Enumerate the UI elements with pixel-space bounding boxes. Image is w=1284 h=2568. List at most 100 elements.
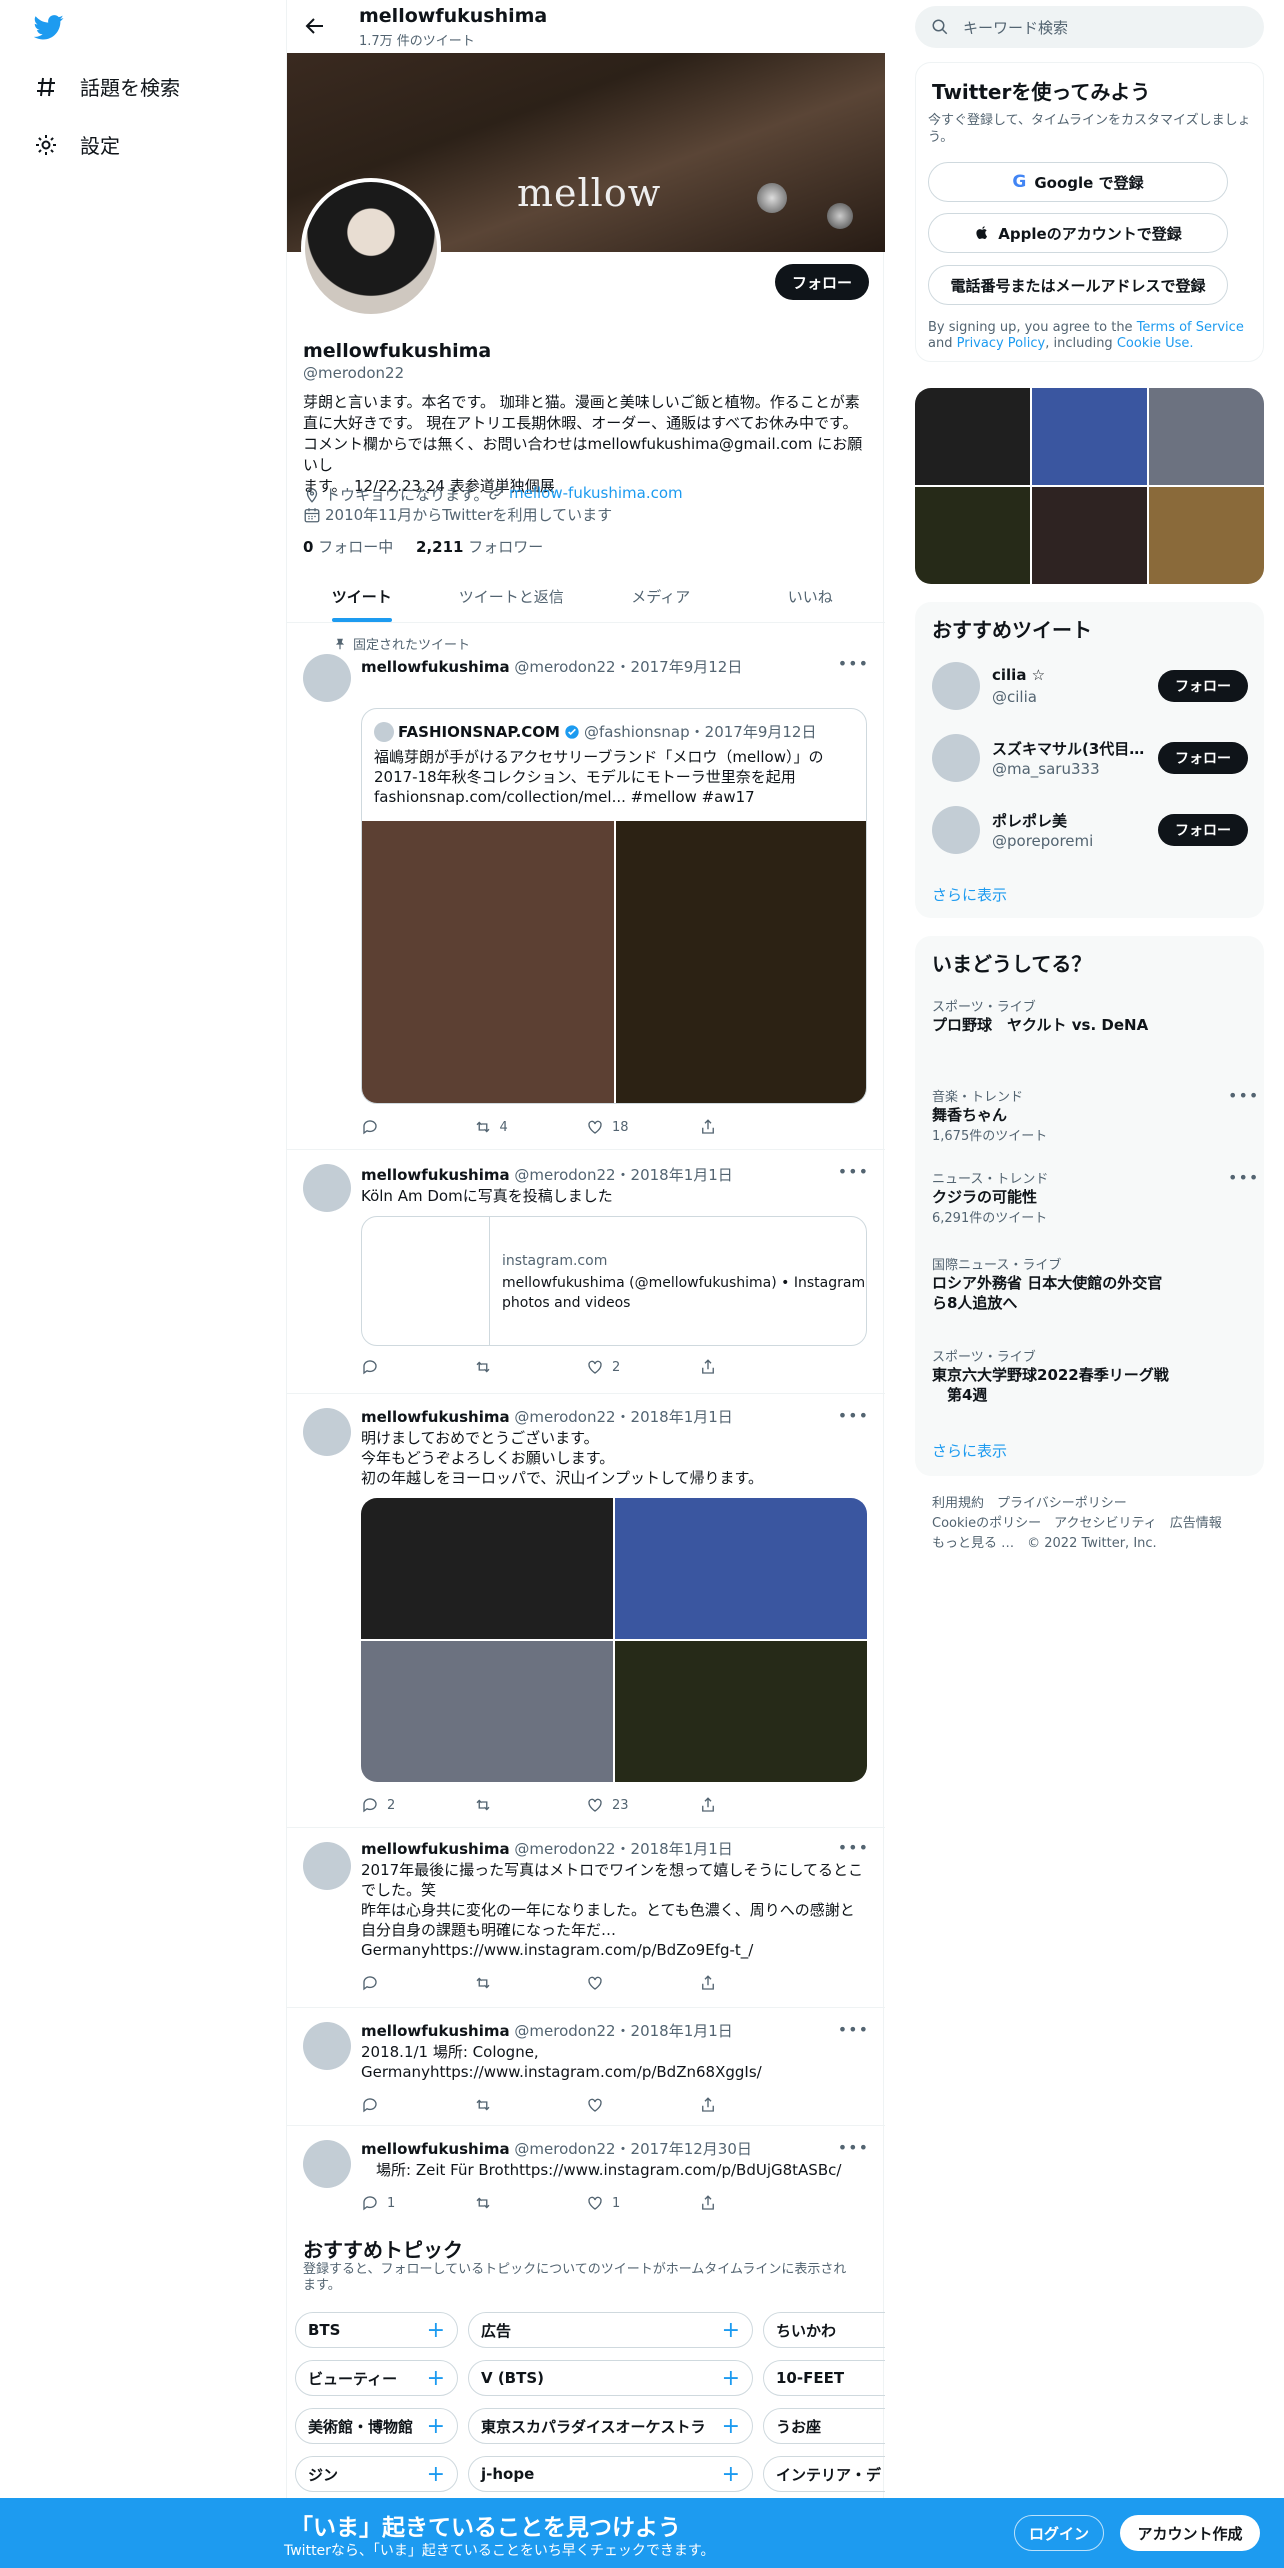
reply-button[interactable] [361, 1974, 474, 1992]
topic-chip[interactable]: 東京スカパラダイスオーケストラ + [468, 2408, 753, 2444]
google-signup-button[interactable]: G Google で登録 [928, 162, 1228, 202]
trend-item[interactable]: スポーツ・ライブ プロ野球 ヤクルト vs. DeNA [932, 996, 1148, 1035]
reply-button[interactable] [361, 2096, 474, 2114]
more-icon[interactable]: ••• [1228, 1168, 1268, 1187]
quote-tweet-card[interactable]: FASHIONSNAP.COM @fashionsnap・2017年9月12日 … [361, 708, 867, 1104]
twitter-logo-icon[interactable] [33, 12, 64, 46]
topic-chip[interactable]: インテリア・デ [763, 2456, 885, 2492]
profile-avatar[interactable] [301, 178, 441, 318]
follow-button[interactable]: フォロー [1158, 742, 1248, 774]
follow-button[interactable]: フォロー [1158, 814, 1248, 846]
like-button[interactable]: 18 [586, 1118, 699, 1136]
media-thumb[interactable] [915, 487, 1030, 584]
cookie-link[interactable]: Cookie Use. [1117, 336, 1194, 351]
tweet[interactable]: 固定されたツイート mellowfukushima @merodon22・201… [287, 624, 885, 1150]
back-arrow-icon[interactable] [303, 14, 327, 38]
like-button[interactable]: 23 [586, 1796, 699, 1814]
share-button[interactable] [699, 1358, 812, 1376]
retweet-button[interactable] [474, 1358, 587, 1376]
avatar[interactable] [303, 2140, 351, 2188]
tab-tweets[interactable]: ツイート [287, 570, 437, 622]
trend-item[interactable]: 国際ニュース・ライブ ロシア外務省 日本大使館の外交官 ら8人追放へ [932, 1254, 1162, 1313]
search-input[interactable]: キーワード検索 [915, 6, 1264, 48]
login-button[interactable]: ログイン [1014, 2515, 1104, 2551]
avatar[interactable] [932, 734, 980, 782]
tweet[interactable]: mellowfukushima @merodon22・2017年12月30日 •… [287, 2126, 885, 2226]
follow-button[interactable]: フォロー [1158, 670, 1248, 702]
quote-image[interactable] [362, 821, 614, 1103]
more-icon[interactable]: ••• [1228, 1086, 1268, 1105]
retweet-button[interactable] [474, 1796, 587, 1814]
trend-item[interactable]: ニュース・トレンド クジラの可能性 6,291件のツイート [932, 1168, 1048, 1226]
profile-website-link[interactable]: mellow-fukushima.com [487, 484, 683, 502]
phone-email-signup-button[interactable]: 電話番号またはメールアドレスで登録 [928, 265, 1228, 305]
topic-chip[interactable]: 美術館・博物館 + [295, 2408, 458, 2444]
more-icon[interactable]: ••• [838, 1162, 869, 1181]
tab-likes[interactable]: いいね [736, 570, 886, 622]
share-button[interactable] [699, 1118, 812, 1136]
more-icon[interactable]: ••• [838, 2020, 869, 2039]
nav-explore[interactable]: 話題を検索 [34, 72, 180, 101]
reply-button[interactable] [361, 1358, 474, 1376]
more-icon[interactable]: ••• [838, 1406, 869, 1425]
avatar[interactable] [303, 654, 351, 702]
avatar[interactable] [932, 806, 980, 854]
more-icon[interactable]: ••• [838, 2138, 869, 2157]
topic-chip[interactable]: ビューティー + [295, 2360, 458, 2396]
tab-media[interactable]: メディア [586, 570, 736, 622]
avatar[interactable] [303, 2022, 351, 2070]
avatar[interactable] [932, 662, 980, 710]
quote-image[interactable] [616, 821, 866, 1103]
media-thumb[interactable] [915, 388, 1030, 485]
terms-link[interactable]: Terms of Service [1137, 320, 1244, 335]
share-button[interactable] [699, 1974, 812, 1992]
following-link[interactable]: 0 フォロー中 [303, 538, 393, 556]
tweet-image[interactable] [361, 1641, 613, 1782]
like-button[interactable] [586, 2096, 699, 2114]
topic-chip[interactable]: V (BTS) + [468, 2360, 753, 2396]
avatar[interactable] [303, 1164, 351, 1212]
topic-chip[interactable]: うお座 [763, 2408, 885, 2444]
nav-settings[interactable]: 設定 [34, 130, 120, 159]
show-more-link[interactable]: さらに表示 [932, 884, 1007, 905]
topic-chip[interactable]: ジン + [295, 2456, 458, 2492]
share-button[interactable] [699, 2194, 812, 2212]
tweet-image[interactable] [615, 1498, 867, 1639]
reply-button[interactable]: 1 [361, 2194, 474, 2212]
share-button[interactable] [699, 1796, 812, 1814]
topic-chip[interactable]: BTS + [295, 2312, 458, 2348]
trend-item[interactable]: 音楽・トレンド 舞香ちゃん 1,675件のツイート [932, 1086, 1047, 1144]
link-card[interactable]: instagram.com mellowfukushima (@mellowfu… [361, 1216, 867, 1346]
share-button[interactable] [699, 2096, 812, 2114]
tweet[interactable]: mellowfukushima @merodon22・2018年1月1日 •••… [287, 1394, 885, 1828]
more-icon[interactable]: ••• [838, 1838, 869, 1857]
like-button[interactable] [586, 1974, 699, 1992]
tweet-image[interactable] [615, 1641, 867, 1782]
avatar[interactable] [303, 1842, 351, 1890]
retweet-button[interactable] [474, 2096, 587, 2114]
retweet-button[interactable] [474, 2194, 587, 2212]
tweet-image[interactable] [361, 1498, 613, 1639]
show-more-link[interactable]: さらに表示 [932, 1440, 1007, 1461]
media-thumb[interactable] [1149, 487, 1264, 584]
tweet[interactable]: mellowfukushima @merodon22・2018年1月1日 •••… [287, 1150, 885, 1394]
topic-chip[interactable]: 広告 + [468, 2312, 753, 2348]
media-thumb[interactable] [1032, 487, 1147, 584]
reply-button[interactable] [361, 1118, 474, 1136]
avatar[interactable] [303, 1408, 351, 1456]
topic-chip[interactable]: 10-FEET [763, 2360, 885, 2396]
media-thumb[interactable] [1149, 388, 1264, 485]
media-thumb[interactable] [1032, 388, 1147, 485]
follow-button[interactable]: フォロー [775, 264, 869, 300]
topic-chip[interactable]: j-hope + [468, 2456, 753, 2492]
footer-links[interactable]: 利用規約 プライバシーポリシー Cookieのポリシー アクセシビリティ 広告情報… [932, 1494, 1222, 1554]
topic-chip[interactable]: ちいかわ [763, 2312, 885, 2348]
tweet[interactable]: mellowfukushima @merodon22・2018年1月1日 •••… [287, 1828, 885, 2008]
tweet[interactable]: mellowfukushima @merodon22・2018年1月1日 •••… [287, 2008, 885, 2126]
retweet-button[interactable] [474, 1974, 587, 1992]
followers-link[interactable]: 2,211 フォロワー [416, 538, 543, 556]
tab-tweets-replies[interactable]: ツイートと返信 [437, 570, 587, 622]
more-icon[interactable]: ••• [838, 654, 869, 673]
like-button[interactable]: 2 [586, 1358, 699, 1376]
retweet-button[interactable]: 4 [474, 1118, 587, 1136]
